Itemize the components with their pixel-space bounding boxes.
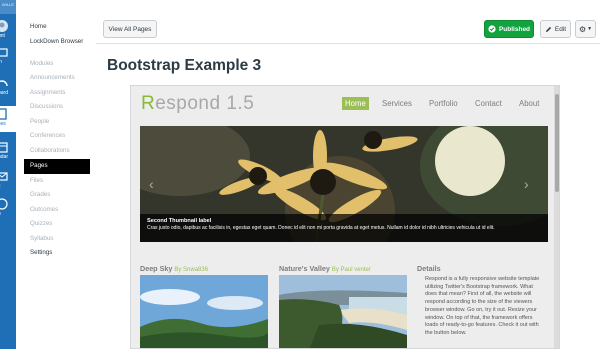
- carousel-prev-arrow-icon[interactable]: ‹: [149, 176, 154, 192]
- published-label: Published: [498, 25, 531, 33]
- published-button[interactable]: Published: [484, 20, 534, 38]
- global-nav-calendar[interactable]: ndar: [0, 139, 16, 165]
- caret-down-icon: ▼: [587, 26, 593, 32]
- pencil-icon: [545, 26, 551, 32]
- global-nav-label: oard: [0, 90, 9, 96]
- gear-icon: ⚙: [578, 24, 587, 34]
- course-nav-collaborations[interactable]: Collaborations: [24, 144, 90, 159]
- logo-text: WILLE: [2, 2, 15, 7]
- column-title: Deep Sky: [140, 264, 173, 273]
- course-nav-assignments[interactable]: Assignments: [24, 86, 90, 101]
- column-byline[interactable]: By Paul venter: [332, 267, 371, 273]
- site-nav-portfolio[interactable]: Portfolio: [429, 99, 458, 108]
- course-nav-home[interactable]: Home: [24, 20, 90, 35]
- preview-scrollbar-thumb[interactable]: [555, 94, 559, 192]
- column-title: Nature's Valley: [279, 264, 330, 273]
- canvas-app-window: WILLE unt in oard ses ndar x o: [0, 0, 600, 349]
- site-title-rest: espond 1.5: [155, 93, 255, 114]
- carousel-caption-text: Cras justo odio, dapibus ac facilisis in…: [147, 225, 495, 231]
- course-nav-outcomes[interactable]: Outcomes: [24, 203, 90, 218]
- global-nav-label: ses: [0, 121, 6, 127]
- settings-menu-button[interactable]: ⚙ ▼: [575, 20, 596, 38]
- column-heading-deep-sky: Deep Sky By Snwa836: [140, 264, 208, 273]
- global-nav-label: in: [0, 59, 2, 65]
- inbox-icon: [0, 172, 8, 181]
- institution-logo[interactable]: WILLE: [0, 0, 16, 14]
- calendar-icon: [0, 142, 8, 153]
- global-nav-dashboard[interactable]: oard: [0, 75, 16, 101]
- edit-label: Edit: [554, 25, 567, 33]
- global-nav-courses[interactable]: ses: [0, 106, 16, 132]
- site-title-initial: R: [141, 93, 156, 114]
- page-title: Bootstrap Example 3: [107, 57, 262, 74]
- site-nav-services[interactable]: Services: [382, 99, 412, 108]
- deep-sky-image: [140, 275, 268, 348]
- carousel-caption-title: Second Thumbnail label: [147, 218, 212, 224]
- carousel-next-arrow-icon[interactable]: ›: [524, 176, 529, 192]
- site-nav-about[interactable]: About: [519, 99, 539, 108]
- natures-valley-thumbnail[interactable]: [279, 275, 407, 348]
- site-title: Respond 1.5: [141, 93, 254, 115]
- natures-valley-image: [279, 275, 407, 348]
- view-all-pages-button[interactable]: View All Pages: [103, 20, 157, 38]
- account-icon: [0, 20, 8, 32]
- global-nav-label: ndar: [0, 154, 9, 160]
- column-byline[interactable]: By Snwa836: [174, 267, 208, 273]
- header-divider: [96, 43, 600, 44]
- global-nav: WILLE unt in oard ses ndar x o: [0, 0, 16, 349]
- global-nav-help[interactable]: o: [0, 196, 16, 222]
- global-nav-inbox[interactable]: x: [0, 168, 16, 194]
- image-carousel[interactable]: ‹ › Second Thumbnail label Cras justo od…: [140, 126, 548, 242]
- site-nav-contact[interactable]: Contact: [475, 99, 502, 108]
- help-icon: [0, 198, 8, 210]
- courses-icon: [0, 108, 7, 120]
- carousel-caption: Second Thumbnail label Cras justo odio, …: [140, 214, 548, 242]
- course-nav-lockdown-browser[interactable]: LockDown Browser: [24, 35, 90, 57]
- cloud-check-icon: [488, 25, 496, 33]
- global-nav-label: x: [0, 183, 1, 189]
- column-heading-natures-valley: Nature's Valley By Paul venter: [279, 264, 371, 273]
- deep-sky-thumbnail[interactable]: [140, 275, 268, 348]
- course-nav-quizzes[interactable]: Quizzes: [24, 217, 90, 232]
- global-nav-label: unt: [0, 33, 5, 39]
- column-title: Details: [417, 264, 441, 273]
- course-nav-files[interactable]: Files: [24, 174, 90, 189]
- course-nav: Home LockDown Browser Modules Announceme…: [24, 20, 90, 261]
- dashboard-icon: [0, 80, 8, 87]
- course-nav-pages[interactable]: Pages: [24, 159, 90, 174]
- course-nav-syllabus[interactable]: Syllabus: [24, 232, 90, 247]
- global-nav-account[interactable]: unt: [0, 18, 16, 44]
- embedded-page-preview[interactable]: Respond 1.5 Home Services Portfolio Cont…: [130, 85, 560, 349]
- course-nav-people[interactable]: People: [24, 115, 90, 130]
- edit-button[interactable]: Edit: [540, 20, 571, 38]
- course-nav-conferences[interactable]: Conferences: [24, 129, 90, 144]
- global-nav-admin[interactable]: in: [0, 44, 16, 70]
- column-heading-details: Details: [417, 264, 441, 273]
- course-nav-settings[interactable]: Settings: [24, 246, 90, 261]
- site-nav-home[interactable]: Home: [342, 97, 369, 110]
- course-nav-announcements[interactable]: Announcements: [24, 71, 90, 86]
- admin-icon: [0, 48, 8, 57]
- course-nav-modules[interactable]: Modules: [24, 57, 90, 72]
- details-paragraph: Respond is a fully responsive website te…: [425, 276, 540, 336]
- course-nav-discussions[interactable]: Discussions: [24, 100, 90, 115]
- course-nav-grades[interactable]: Grades: [24, 188, 90, 203]
- global-nav-label: o: [0, 211, 1, 217]
